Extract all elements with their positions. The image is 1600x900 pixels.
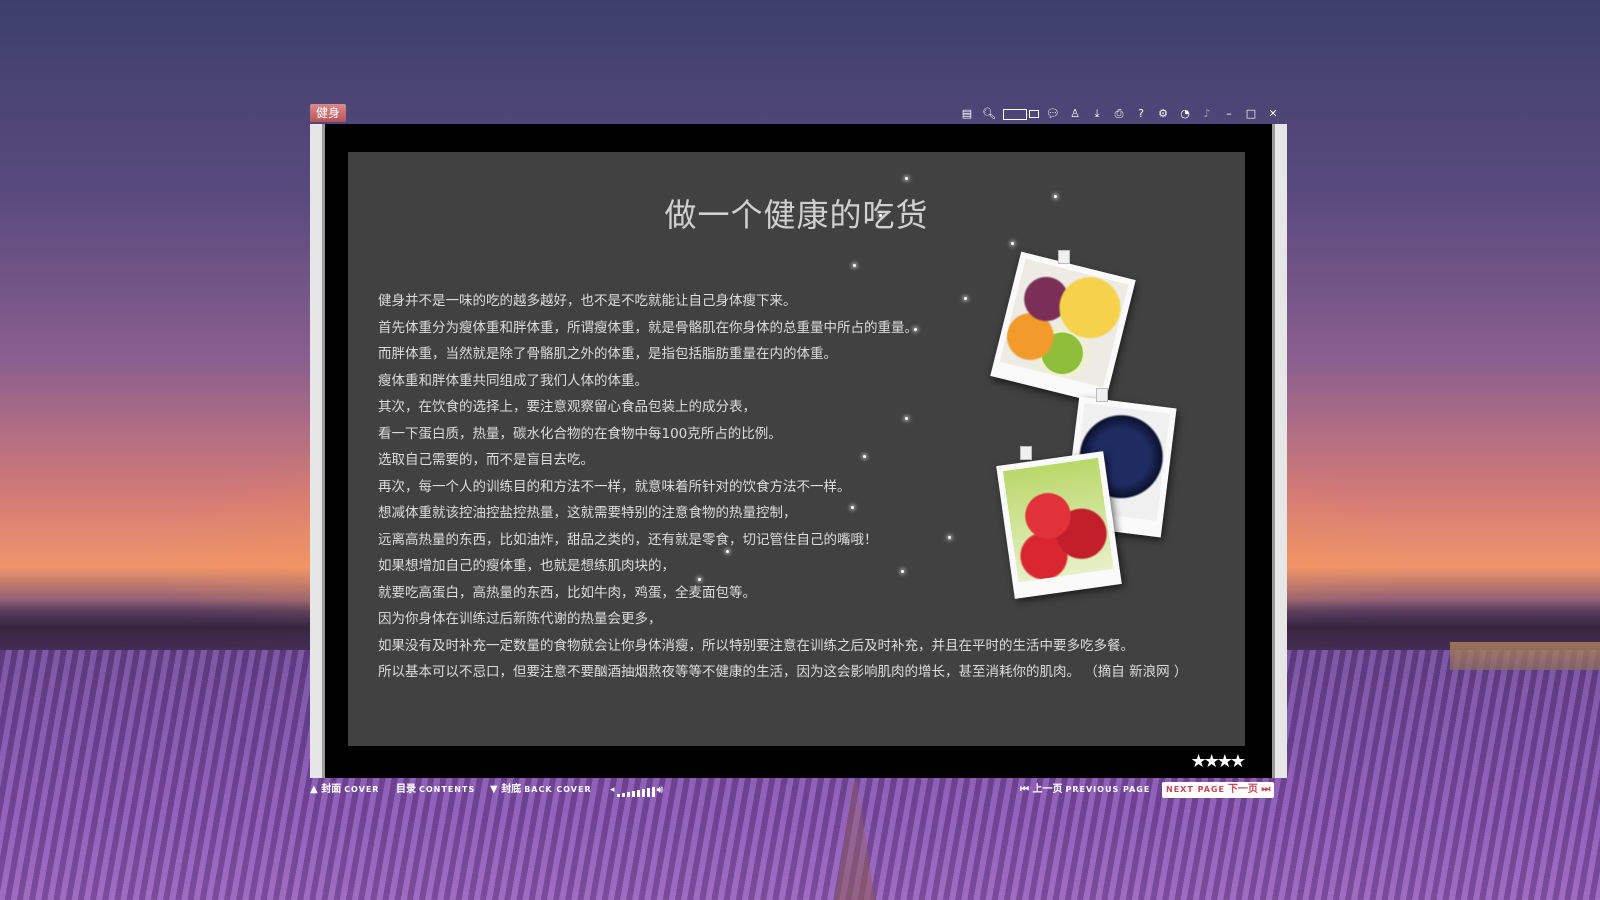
sparkle: [905, 177, 908, 180]
back-cover-label: 封底: [501, 784, 522, 795]
back-cover-button[interactable]: ▼ 封底 BACK COVER: [490, 782, 592, 798]
paragraph: 因为你身体在训练过后新陈代谢的热量会更多，: [378, 611, 662, 627]
skip-forward-icon: ⏭: [1261, 784, 1271, 795]
help-icon[interactable]: ?: [1133, 106, 1149, 122]
maximize-icon[interactable]: □: [1243, 106, 1259, 122]
minimize-icon[interactable]: –: [1221, 106, 1237, 122]
next-page-button[interactable]: NEXT PAGE 下一页 ⏭: [1162, 782, 1275, 798]
cover-label-en: COVER: [344, 785, 380, 794]
next-label: 下一页: [1227, 784, 1258, 795]
apples-photo: [996, 451, 1122, 599]
toolbar: ▤ 🔍︎ 💬︎ ♙ ⤓ ⎙ ? ⚙ ◔ ♪ – □ ✕: [959, 105, 1281, 123]
close-icon[interactable]: ✕: [1265, 106, 1281, 122]
speaker-icon[interactable]: 🔊︎: [657, 783, 664, 797]
cover-label: 封面: [321, 784, 342, 795]
paragraph: 如果没有及时补充一定数量的食物就会让你身体消瘦，所以特别要注意在训练之后及时补充…: [378, 637, 1134, 654]
window-title: 健身: [310, 104, 347, 122]
stars-decoration: ★★★★: [1190, 751, 1246, 772]
triangle-up-icon: ▲: [310, 784, 318, 795]
sparkle: [964, 297, 967, 300]
sparkle: [905, 417, 908, 420]
photo-pin: [1096, 388, 1108, 402]
sparkle: [1011, 242, 1014, 245]
page-icon[interactable]: ▤: [959, 106, 975, 122]
back-cover-label-en: BACK COVER: [524, 785, 592, 794]
paragraph: 所以基本可以不忌口，但要注意不要酗酒抽烟熬夜等等不健康的生活，因为这会影响肌肉的…: [378, 664, 1188, 680]
sparkle: [853, 264, 856, 267]
next-label-en: NEXT PAGE: [1166, 785, 1225, 794]
photo-pin: [1058, 250, 1070, 264]
settings-icon[interactable]: ⚙: [1155, 106, 1171, 122]
page-title: 做一个健康的吃货: [664, 196, 929, 234]
prev-label-en: PREVIOUS PAGE: [1065, 785, 1151, 794]
background-wheat-field: [1450, 642, 1600, 670]
clock-icon[interactable]: ◔: [1177, 106, 1193, 122]
sparkle: [851, 506, 854, 509]
cover-button[interactable]: ▲ 封面 COVER: [310, 782, 379, 798]
triangle-down-icon: ▼: [490, 784, 498, 795]
contents-label: 目录: [396, 784, 416, 795]
print-icon[interactable]: ⎙: [1111, 106, 1127, 122]
sparkle: [863, 455, 866, 458]
book-page[interactable]: 做一个健康的吃货 健身并不是一味的吃的越多越好，也不是不吃就能让自己身体瘦下来。…: [348, 152, 1245, 746]
previous-page-button[interactable]: ⏮ 上一页 PREVIOUS PAGE: [1020, 782, 1150, 798]
sparkle: [726, 550, 729, 553]
volume-slider[interactable]: ◂ 🔊︎: [610, 783, 663, 797]
volume-low-icon: ◂: [610, 785, 615, 795]
view-mode-icon[interactable]: [1003, 106, 1039, 122]
sparkle: [698, 578, 701, 581]
book-frame: 做一个健康的吃货 健身并不是一味的吃的越多越好，也不是不吃就能让自己身体瘦下来。…: [310, 124, 1287, 778]
user-icon[interactable]: ♙: [1067, 106, 1083, 122]
bottom-navigation: ▲ 封面 COVER 目录 CONTENTS ▼ 封底 BACK COVER ◂ 🔊︎…: [310, 780, 1287, 800]
sparkle: [1054, 195, 1057, 198]
title-bar: 健身 ▤ 🔍︎ 💬︎ ♙ ⤓ ⎙ ? ⚙ ◔ ♪ – □ ✕: [310, 104, 1287, 124]
contents-button[interactable]: 目录 CONTENTS: [396, 782, 475, 798]
sparkle: [948, 536, 951, 539]
sparkle: [901, 570, 904, 573]
comment-icon[interactable]: 💬︎: [1045, 106, 1061, 122]
sparkle: [879, 214, 882, 217]
music-icon[interactable]: ♪: [1199, 106, 1215, 122]
zoom-icon[interactable]: 🔍︎: [981, 106, 997, 122]
flipbook-reader: 健身 ▤ 🔍︎ 💬︎ ♙ ⤓ ⎙ ? ⚙ ◔ ♪ – □ ✕ 做一个健康的吃货 …: [310, 104, 1287, 802]
skip-back-icon: ⏮: [1020, 784, 1029, 795]
contents-label-en: CONTENTS: [419, 785, 476, 794]
download-icon[interactable]: ⤓: [1089, 106, 1105, 122]
prev-label: 上一页: [1032, 784, 1063, 795]
sparkle: [914, 328, 917, 331]
photo-pin: [1020, 446, 1032, 460]
